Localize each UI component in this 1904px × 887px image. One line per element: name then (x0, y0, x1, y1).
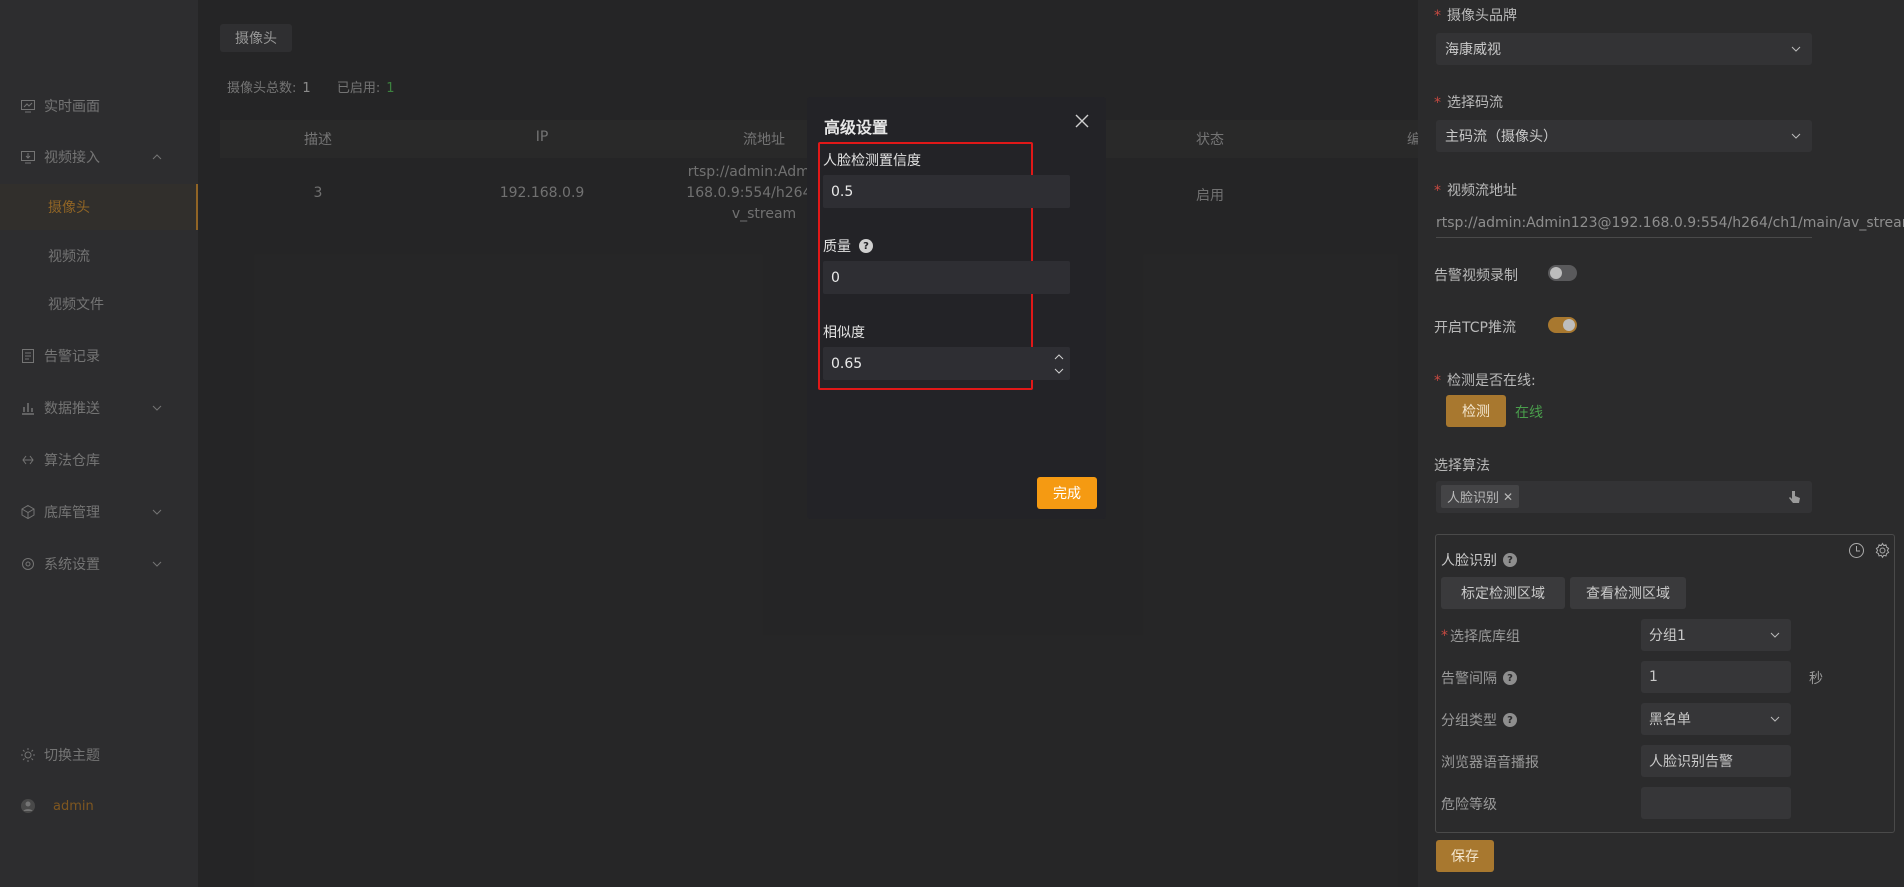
danger-input[interactable] (1641, 787, 1791, 819)
advanced-settings-dialog: 高级设置 人脸检测置信度 0.5 质量? 0 相似度 0.65 完成 (807, 97, 1106, 519)
voice-label: 浏览器语音播报 (1441, 755, 1539, 771)
stream-url-value: rtsp://admin:Admin123@192.168.0.9:554/h2… (1436, 214, 1904, 231)
online-status: 在线 (1515, 405, 1543, 421)
tcp-label: 开启TCP推流 (1434, 320, 1516, 336)
modal-overlay (0, 0, 1418, 887)
chevron-down-icon (1769, 629, 1781, 641)
algo-tag: 人脸识别 ✕ (1441, 485, 1520, 508)
algo-select[interactable]: 人脸识别 ✕ (1436, 481, 1812, 513)
alarm-record-label: 告警视频录制 (1434, 268, 1518, 284)
group-label: * 选择底库组 (1441, 628, 1520, 645)
voice-input[interactable]: 人脸识别告警 (1641, 745, 1791, 777)
tcp-toggle[interactable] (1548, 317, 1577, 333)
clock-icon[interactable] (1848, 542, 1865, 563)
close-icon[interactable] (1074, 113, 1090, 129)
face-conf-input[interactable]: 0.5 (823, 175, 1070, 208)
brand-label: * 摄像头品牌 (1434, 8, 1517, 24)
chevron-down-icon (1790, 43, 1802, 55)
interval-unit: 秒 (1809, 671, 1823, 687)
view-area-button[interactable]: 查看检测区域 (1570, 577, 1686, 609)
interval-input[interactable]: 1 (1641, 661, 1791, 693)
algo-label: 选择算法 (1434, 458, 1490, 474)
algorithm-config-card: 人脸识别? 标定检测区域 查看检测区域 * 选择底库组 分组1 告警间隔? 1 秒… (1435, 534, 1895, 833)
quality-input[interactable]: 0 (823, 261, 1070, 294)
stream-url-input[interactable]: rtsp://admin:Admin123@192.168.0.9:554/h2… (1436, 208, 1904, 238)
face-conf-label: 人脸检测置信度 (823, 153, 921, 169)
interval-label: 告警间隔? (1441, 668, 1517, 688)
done-button[interactable]: 完成 (1037, 477, 1097, 509)
brand-value: 海康威视 (1445, 42, 1501, 58)
similarity-label: 相似度 (823, 325, 865, 341)
stream-value: 主码流（摄像头） (1445, 129, 1557, 145)
chevron-down-icon (1769, 713, 1781, 725)
stream-select[interactable]: 主码流（摄像头） (1436, 120, 1812, 152)
pointer-icon (1786, 489, 1802, 509)
dialog-title: 高级设置 (824, 118, 889, 137)
group-type-select[interactable]: 黑名单 (1641, 703, 1791, 735)
quality-label: 质量? (823, 236, 873, 256)
remove-tag-icon[interactable]: ✕ (1503, 490, 1513, 504)
danger-label: 危险等级 (1441, 797, 1497, 813)
help-icon: ? (1503, 671, 1517, 685)
brand-select[interactable]: 海康威视 (1436, 33, 1812, 65)
chevron-down-icon (1790, 130, 1802, 142)
camera-edit-panel: * 摄像头品牌 海康威视 * 选择码流 主码流（摄像头） * 视频流地址 rtsp:/… (1418, 0, 1904, 887)
spinner-arrows-icon[interactable] (1054, 351, 1064, 377)
group-select[interactable]: 分组1 (1641, 619, 1791, 651)
check-online-button[interactable]: 检测 (1446, 395, 1506, 427)
group-type-label: 分组类型? (1441, 710, 1517, 730)
help-icon: ? (1503, 713, 1517, 727)
card-title: 人脸识别? (1441, 550, 1517, 570)
mark-area-button[interactable]: 标定检测区域 (1441, 577, 1565, 609)
similarity-input[interactable]: 0.65 (823, 347, 1070, 380)
alarm-record-toggle[interactable] (1548, 265, 1577, 281)
stream-label: * 选择码流 (1434, 95, 1503, 111)
online-label: * 检测是否在线: (1434, 373, 1536, 389)
help-icon: ? (1503, 553, 1517, 567)
url-label: * 视频流地址 (1434, 183, 1517, 199)
save-button[interactable]: 保存 (1436, 840, 1494, 872)
help-icon: ? (859, 239, 873, 253)
gear-icon[interactable] (1874, 542, 1891, 563)
